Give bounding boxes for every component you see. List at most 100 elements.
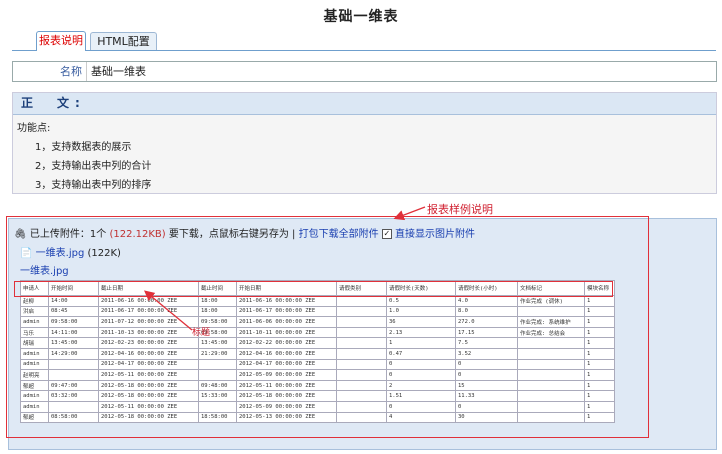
table-cell: 1 (584, 326, 615, 339)
table-cell: 09:48:00 (198, 379, 237, 392)
separator: | (292, 229, 296, 240)
table-cell: 14:29:00 (48, 347, 99, 360)
header-highlight-box (14, 281, 613, 297)
table-row: admin 03:32:00 2012-05-18 00:00:00 ZEE 15:3… (20, 390, 615, 402)
table-cell (517, 347, 585, 360)
table-cell: 14:00 (48, 295, 99, 307)
image-attachment-link[interactable]: 一维表.jpg (20, 262, 69, 277)
table-cell: 1 (584, 369, 615, 381)
table-cell: 2012-05-13 00:00:00 ZEE (236, 411, 337, 424)
table-cell: 2011-06-16 00:00:00 ZEE (236, 295, 337, 307)
table-cell: 2012-05-18 00:00:00 ZEE (98, 390, 199, 402)
table-cell: 2011-10-13 00:00:00 ZEE (98, 326, 199, 339)
table-cell: 14:11:00 (48, 326, 99, 339)
header-note-annotation: 标题 (192, 328, 211, 338)
feature-intro: 功能点: (17, 123, 51, 134)
table-cell (336, 337, 387, 349)
table-cell: 0 (386, 358, 456, 371)
name-row: 名称 基础一维表 (12, 61, 717, 82)
table-cell: 2011-06-06 00:00:00 ZEE (236, 316, 337, 328)
show-images-checkbox[interactable]: ✓ (381, 229, 392, 239)
table-cell: 0 (455, 358, 518, 371)
table-cell: 胡瑞 (20, 337, 49, 349)
table-cell: 郁超 (20, 411, 49, 424)
table-cell: 09:58:00 (48, 316, 99, 328)
table-cell: 2012-05-11 00:00:00 ZEE (98, 400, 199, 413)
table-cell: 09:47:00 (48, 379, 99, 392)
table-cell (198, 400, 237, 413)
table-cell: admin (20, 347, 49, 360)
table-cell (336, 295, 387, 307)
table-cell (517, 337, 585, 349)
table-cell: 4.0 (455, 295, 518, 307)
table-cell: 03:32:00 (48, 390, 99, 402)
table-cell (336, 326, 387, 339)
file-icon: 📄 (20, 248, 33, 259)
table-cell: 赵柳 (20, 295, 49, 307)
table-cell: 作业完成: 总结会 (517, 326, 585, 339)
attachment-file-size: (122K) (87, 248, 121, 259)
table-cell: 2011-06-17 00:00:00 ZEE (236, 305, 337, 318)
table-cell (517, 369, 585, 381)
table-cell: 0 (386, 369, 456, 381)
table-row: 洪启 08:45 2011-06-17 00:00:00 ZEE 18:00 2011-… (20, 305, 615, 318)
table-cell: 8.0 (455, 305, 518, 318)
sample-note-arrow (393, 206, 426, 221)
table-row: 郁超 09:47:00 2012-05-18 00:00:00 ZEE 09:48:0… (20, 379, 615, 392)
table-cell: 1 (584, 379, 615, 392)
table-cell: 2012-05-09 00:00:00 ZEE (236, 369, 337, 381)
table-cell: 2011-06-17 00:00:00 ZEE (98, 305, 199, 318)
table-cell (517, 379, 585, 392)
table-cell: 马乐 (20, 326, 49, 339)
tab-html-config[interactable]: HTML配置 (90, 32, 157, 50)
table-cell (336, 316, 387, 328)
table-cell: 作业完成 (调休) (517, 295, 585, 307)
table-row: admin 09:58:00 2011-07-12 00:00:00 ZEE 09:5… (20, 316, 615, 328)
table-cell: admin (20, 358, 49, 371)
table-cell (198, 369, 237, 381)
content-section: 正 文: 功能点: 1，支持数据表的展示 2，支持输出表中列的合计 3，支持输出… (12, 92, 717, 194)
table-cell (48, 358, 99, 371)
table-cell: 2011-06-16 00:00:00 ZEE (98, 295, 199, 307)
table-cell: 2 (386, 379, 456, 392)
table-cell: 1 (584, 295, 615, 307)
table-cell: admin (20, 316, 49, 328)
table-cell (517, 411, 585, 424)
table-cell: 0 (455, 369, 518, 381)
tab-report-description[interactable]: 报表说明 (36, 31, 86, 51)
table-cell: 15 (455, 379, 518, 392)
table-cell (517, 400, 585, 413)
table-cell: 3.52 (455, 347, 518, 360)
table-cell (198, 358, 237, 371)
show-images-label[interactable]: 直接显示图片附件 (395, 229, 475, 240)
attachment-file-row: 📄 一维表.jpg (122K) (20, 244, 121, 259)
table-cell: 0.5 (386, 295, 456, 307)
sample-note-annotation: 报表样例说明 (427, 203, 493, 216)
table-cell: 7.5 (455, 337, 518, 349)
table-cell (336, 411, 387, 424)
feature-item: 1，支持数据表的展示 (35, 142, 132, 153)
table-cell: 36 (386, 316, 456, 328)
table-cell: 2012-02-23 00:00:00 ZEE (98, 337, 199, 349)
table-cell (336, 305, 387, 318)
attachment-total-size: (122.12KB) (109, 229, 166, 240)
table-cell: 2011-07-12 00:00:00 ZEE (98, 316, 199, 328)
table-cell: admin (20, 390, 49, 402)
table-row: 郁超 08:58:00 2012-05-18 00:00:00 ZEE 18:58:0… (20, 411, 615, 424)
table-cell: 1.51 (386, 390, 456, 402)
table-row: 赵柳 14:00 2011-06-16 00:00:00 ZEE 18:00 2011-… (20, 295, 615, 307)
table-cell: 2012-05-18 00:00:00 ZEE (98, 411, 199, 424)
table-cell: 2012-02-22 00:00:00 ZEE (236, 337, 337, 349)
table-cell: 1.0 (386, 305, 456, 318)
table-cell: 赵明亮 (20, 369, 49, 381)
table-cell (48, 400, 99, 413)
download-all-link[interactable]: 打包下载全部附件 (299, 229, 379, 240)
table-cell (336, 369, 387, 381)
table-row: 马乐 14:11:00 2011-10-13 00:00:00 ZEE 09:58:0… (20, 326, 615, 339)
table-cell: 11.33 (455, 390, 518, 402)
table-cell (336, 347, 387, 360)
table-cell: 15:33:00 (198, 390, 237, 402)
table-cell: 1 (584, 337, 615, 349)
attachment-file-link[interactable]: 一维表.jpg (36, 248, 85, 259)
table-cell (48, 369, 99, 381)
